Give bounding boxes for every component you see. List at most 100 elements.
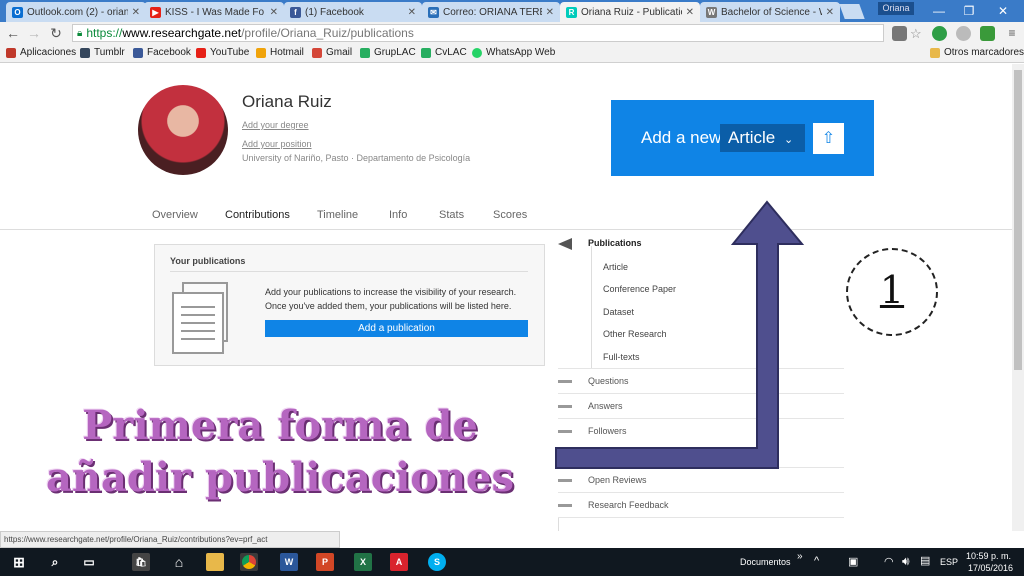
tab-wikipedia[interactable]: W Bachelor of Science - W ✕ — [700, 2, 840, 22]
browser-tab-strip: O Outlook.com (2) - oriana ✕ ▶ KISS - I W… — [0, 0, 1024, 22]
profile-name[interactable]: Oriana Ruiz — [242, 92, 332, 112]
gmail-icon — [312, 47, 322, 58]
page-scrollbar[interactable] — [1012, 64, 1024, 531]
windows-start-icon[interactable]: ⊞ — [10, 553, 28, 571]
address-bar[interactable]: 🔒︎ https://www.researchgate.net/profile/… — [72, 24, 884, 42]
bookmark-tumblr[interactable]: Tumblr — [80, 47, 125, 58]
acrobat-icon[interactable]: A — [390, 553, 408, 571]
extension-skype-icon[interactable] — [956, 26, 971, 41]
close-icon[interactable]: ✕ — [826, 7, 834, 18]
new-tab-button[interactable] — [839, 4, 865, 19]
close-icon[interactable]: ✕ — [270, 7, 278, 18]
star-icon[interactable]: ☆ — [910, 26, 925, 41]
scrollbar-thumb[interactable] — [1014, 70, 1022, 370]
chevron-up-icon[interactable]: ^ — [814, 555, 819, 567]
bookmark-hotmail[interactable]: Hotmail — [256, 47, 304, 58]
tab-facebook[interactable]: f (1) Facebook ✕ — [284, 2, 422, 22]
tab-overview[interactable]: Overview — [152, 209, 198, 221]
minimize-icon[interactable]: — — [924, 2, 954, 20]
tab-kiss[interactable]: ▶ KISS - I Was Made Fo ✕ — [144, 2, 284, 22]
word-icon[interactable]: W — [280, 553, 298, 571]
add-position-link[interactable]: Add your position — [242, 139, 312, 149]
divider — [558, 492, 844, 493]
avatar[interactable] — [138, 85, 228, 175]
forward-arrow-icon[interactable]: → — [25, 24, 43, 42]
tutorial-arrow — [555, 200, 805, 469]
tutorial-title: Primera forma de añadir publicaciones — [45, 402, 515, 501]
tab-scores[interactable]: Scores — [493, 209, 527, 221]
home-icon[interactable]: ⌂ — [170, 553, 188, 571]
windows-taskbar: ⊞ ⌕ ▭ 🛍︎ ⌂ W P X A S Documentos » ^ ▣ ◠ … — [0, 548, 1024, 576]
bookmark-aplicaciones[interactable]: Aplicaciones — [6, 47, 76, 58]
close-icon[interactable]: ✕ — [132, 7, 140, 18]
lock-icon: 🔒︎ — [77, 27, 83, 39]
tab-correo[interactable]: ✉ Correo: ORIANA TERESA✕ — [422, 2, 560, 22]
extension-grammarly-icon[interactable] — [932, 26, 947, 41]
translate-icon[interactable] — [892, 26, 907, 41]
tab-timeline[interactable]: Timeline — [317, 209, 358, 221]
extension-android-icon[interactable] — [980, 26, 995, 41]
content-type-select[interactable]: Article ⌄ — [720, 124, 805, 152]
status-url-bubble: https://www.researchgate.net/profile/Ori… — [0, 531, 340, 548]
bookmark-whatsapp[interactable]: WhatsApp Web — [472, 47, 555, 58]
upload-icon: ⇧ — [821, 130, 836, 147]
apps-grid-icon — [6, 47, 16, 58]
bookmark-facebook[interactable]: Facebook — [133, 47, 191, 58]
tab-info[interactable]: Info — [389, 209, 407, 221]
close-icon[interactable]: ✕ — [408, 7, 416, 18]
chevron-right-icon[interactable]: » — [797, 551, 803, 562]
close-icon[interactable]: ✕ — [686, 7, 694, 18]
language-indicator[interactable]: ESP — [940, 557, 958, 567]
add-new-label: Add a new — [641, 128, 722, 147]
network-icon[interactable]: ▣ — [848, 555, 858, 568]
add-publication-button[interactable]: Add a publication — [265, 320, 528, 337]
volume-icon[interactable]: 🔊︎ — [902, 554, 910, 569]
back-arrow-icon[interactable]: ← — [4, 24, 22, 42]
menu-icon[interactable]: ≡ — [1003, 24, 1021, 42]
youtube-icon — [196, 47, 206, 58]
chrome-logo — [242, 555, 256, 569]
profile-chip[interactable]: Oriana — [878, 2, 914, 15]
bookmark-gmail[interactable]: Gmail — [312, 47, 352, 58]
tab-stats[interactable]: Stats — [439, 209, 464, 221]
excel-icon[interactable]: X — [354, 553, 372, 571]
profile-tabs: Overview Contributions Timeline Info Sta… — [0, 200, 1012, 230]
restore-icon[interactable]: ❐ — [954, 2, 984, 20]
chrome-icon[interactable] — [240, 553, 258, 571]
tab-researchgate[interactable]: R Oriana Ruiz - Publicatio ✕ — [560, 2, 700, 22]
notifications-icon[interactable]: ▤ — [920, 554, 930, 567]
bookmark-otros-marcadores[interactable]: Otros marcadores — [930, 47, 1024, 58]
clock-time[interactable]: 10:59 p. m. — [966, 551, 1011, 561]
add-degree-link[interactable]: Add your degree — [242, 120, 309, 130]
chevron-down-icon: ⌄ — [783, 134, 794, 146]
divider — [558, 518, 559, 531]
store-icon[interactable]: 🛍︎ — [132, 553, 150, 571]
reload-icon[interactable]: ↻ — [47, 24, 65, 42]
upload-button[interactable]: ⇧ — [813, 123, 844, 154]
youtube-icon: ▶ — [150, 6, 161, 18]
clock-date[interactable]: 17/05/2016 — [968, 563, 1013, 573]
task-view-icon[interactable]: ▭ — [80, 553, 98, 571]
search-icon[interactable]: ⌕ — [46, 553, 64, 571]
file-explorer-icon[interactable] — [206, 553, 224, 571]
facebook-icon — [133, 47, 143, 58]
close-window-icon[interactable]: ✕ — [988, 2, 1018, 20]
bookmark-youtube[interactable]: YouTube — [196, 47, 249, 58]
divider — [170, 271, 528, 272]
card-text-line2: Once you've added them, your publication… — [265, 301, 512, 311]
close-icon[interactable]: ✕ — [546, 7, 554, 18]
wifi-icon[interactable]: ◠ — [884, 555, 894, 568]
dash-icon — [558, 504, 572, 507]
documentos-toolbar[interactable]: Documentos — [740, 557, 791, 567]
bookmark-cvlac[interactable]: CvLAC — [421, 47, 467, 58]
add-new-panel: Add a new Article ⌄ ⇧ — [611, 100, 874, 176]
tab-contributions[interactable]: Contributions — [225, 209, 290, 221]
hotmail-icon — [256, 47, 266, 58]
your-publications-card: Your publications Add your publications … — [154, 244, 545, 366]
skype-icon[interactable]: S — [428, 553, 446, 571]
tab-outlook[interactable]: O Outlook.com (2) - oriana ✕ — [6, 2, 146, 22]
tumblr-icon — [80, 47, 90, 58]
card-heading: Your publications — [170, 256, 246, 266]
powerpoint-icon[interactable]: P — [316, 553, 334, 571]
bookmark-gruplac[interactable]: GrupLAC — [360, 47, 416, 58]
